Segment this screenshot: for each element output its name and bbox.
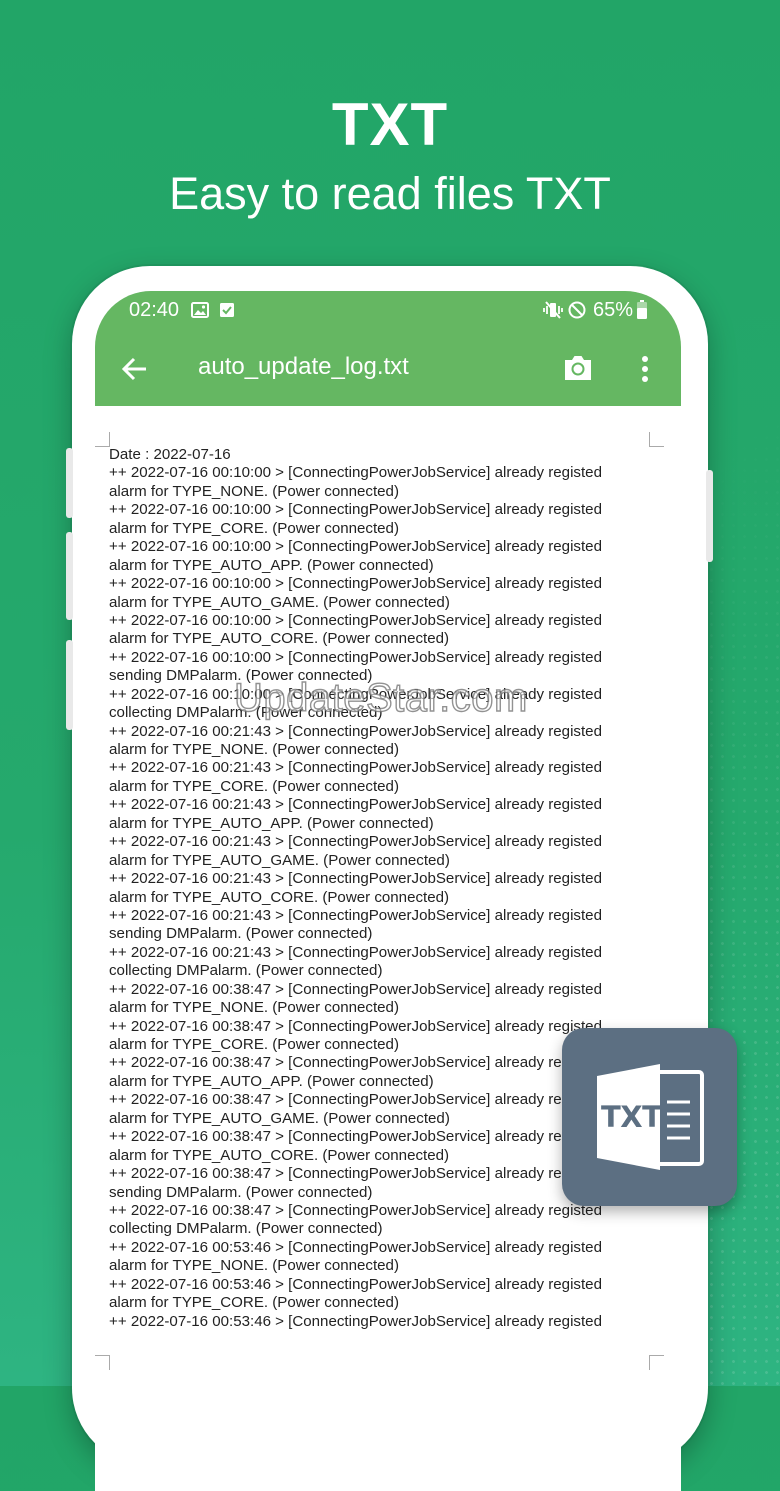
log-line: alarm for TYPE_NONE. (Power connected): [109, 1257, 399, 1275]
page-corner-mark: [649, 432, 664, 447]
watermark: UpdateStar.com: [233, 675, 528, 720]
back-arrow-icon[interactable]: [119, 353, 151, 385]
log-line: alarm for TYPE_NONE. (Power connected): [109, 741, 399, 758]
txt-file-icon: TXT: [562, 1028, 737, 1206]
log-line: ++ 2022-07-16 00:10:00 > [ConnectingPowe…: [109, 464, 602, 482]
hero-title: TXT: [331, 91, 449, 158]
vibrate-icon: [543, 301, 563, 325]
log-line: ++ 2022-07-16 00:53:46 > [ConnectingPowe…: [109, 1238, 602, 1256]
log-line: collecting DMPalarm. (Power connected): [109, 1220, 383, 1238]
page-corner-mark: [649, 1355, 664, 1370]
status-time: 02:40: [129, 299, 180, 321]
page-corner-mark: [95, 432, 110, 447]
phone-side-button: [66, 448, 73, 518]
log-line: ++ 2022-07-16 00:10:00 > [ConnectingPowe…: [109, 501, 602, 519]
log-line: ++ 2022-07-16 00:21:43 > [ConnectingPowe…: [109, 906, 602, 924]
log-line: alarm for TYPE_CORE. (Power connected): [109, 777, 399, 795]
log-line: alarm for TYPE_AUTO_APP. (Power connecte…: [109, 814, 434, 832]
log-line: alarm for TYPE_CORE. (Power connected): [109, 1294, 399, 1312]
log-line: ++ 2022-07-16 00:21:43 > [ConnectingPowe…: [109, 833, 602, 851]
log-line: ++ 2022-07-16 00:21:43 > [ConnectingPowe…: [109, 759, 602, 777]
document-view[interactable]: Date : 2022-07-16 ++ 2022-07-16 00:10:00 …: [95, 406, 681, 1491]
log-line: alarm for TYPE_AUTO_APP. (Power connecte…: [109, 556, 434, 574]
image-icon: [191, 301, 209, 324]
more-vert-icon[interactable]: [635, 351, 655, 387]
log-line: ++ 2022-07-16 00:21:43 > [ConnectingPowe…: [109, 796, 602, 814]
log-line: alarm for TYPE_AUTO_GAME. (Power connect…: [109, 851, 450, 869]
battery-icon: [636, 300, 648, 326]
phone-side-button: [66, 532, 73, 620]
log-line: alarm for TYPE_AUTO_CORE. (Power connect…: [109, 630, 450, 648]
battery-percent: 65%: [593, 299, 634, 321]
hero-subtitle: Easy to read files TXT: [169, 168, 611, 219]
log-line: ++ 2022-07-16 00:10:00 > [ConnectingPowe…: [109, 611, 602, 629]
page-corner-mark: [95, 1355, 110, 1370]
check-notification-icon: [219, 301, 235, 324]
log-line: ++ 2022-07-16 00:21:43 > [ConnectingPowe…: [109, 870, 602, 888]
log-line: ++ 2022-07-16 00:10:00 > [ConnectingPowe…: [109, 648, 602, 666]
log-line: ++ 2022-07-16 00:21:43 > [ConnectingPowe…: [109, 722, 602, 740]
phone-side-button: [66, 640, 73, 730]
log-line: alarm for TYPE_AUTO_CORE. (Power connect…: [109, 888, 450, 906]
app-toolbar: auto_update_log.txt: [95, 333, 681, 406]
file-title: auto_update_log.txt: [198, 353, 409, 380]
log-line: Date : 2022-07-16: [109, 446, 231, 463]
log-line: collecting DMPalarm. (Power connected): [109, 962, 383, 980]
log-line: alarm for TYPE_CORE. (Power connected): [109, 519, 399, 537]
log-line: ++ 2022-07-16 00:21:43 > [ConnectingPowe…: [109, 943, 602, 961]
log-line: ++ 2022-07-16 00:38:47 > [ConnectingPowe…: [109, 980, 602, 998]
phone-screen: 02:40 65% auto_update_log.txt Date: 202…: [95, 291, 681, 1491]
log-line: alarm for TYPE_AUTO_GAME. (Power connect…: [109, 593, 450, 611]
camera-icon[interactable]: [562, 353, 594, 383]
do-not-disturb-icon: [568, 301, 586, 325]
phone-power-button: [706, 470, 713, 562]
log-line: ++ 2022-07-16 00:10:00 > [ConnectingPowe…: [109, 538, 602, 556]
log-line: ++ 2022-07-16 00:53:46 > [ConnectingPowe…: [109, 1312, 602, 1330]
log-line: alarm for TYPE_NONE. (Power connected): [109, 482, 399, 500]
status-bar: 02:40 65%: [95, 291, 681, 333]
badge-label: TXT: [601, 1100, 662, 1134]
log-line: ++ 2022-07-16 00:53:46 > [ConnectingPowe…: [109, 1275, 602, 1293]
log-line: alarm for TYPE_NONE. (Power connected): [109, 999, 399, 1017]
log-line: ++ 2022-07-16 00:10:00 > [ConnectingPowe…: [109, 575, 602, 593]
log-line: sending DMPalarm. (Power connected): [109, 925, 373, 943]
